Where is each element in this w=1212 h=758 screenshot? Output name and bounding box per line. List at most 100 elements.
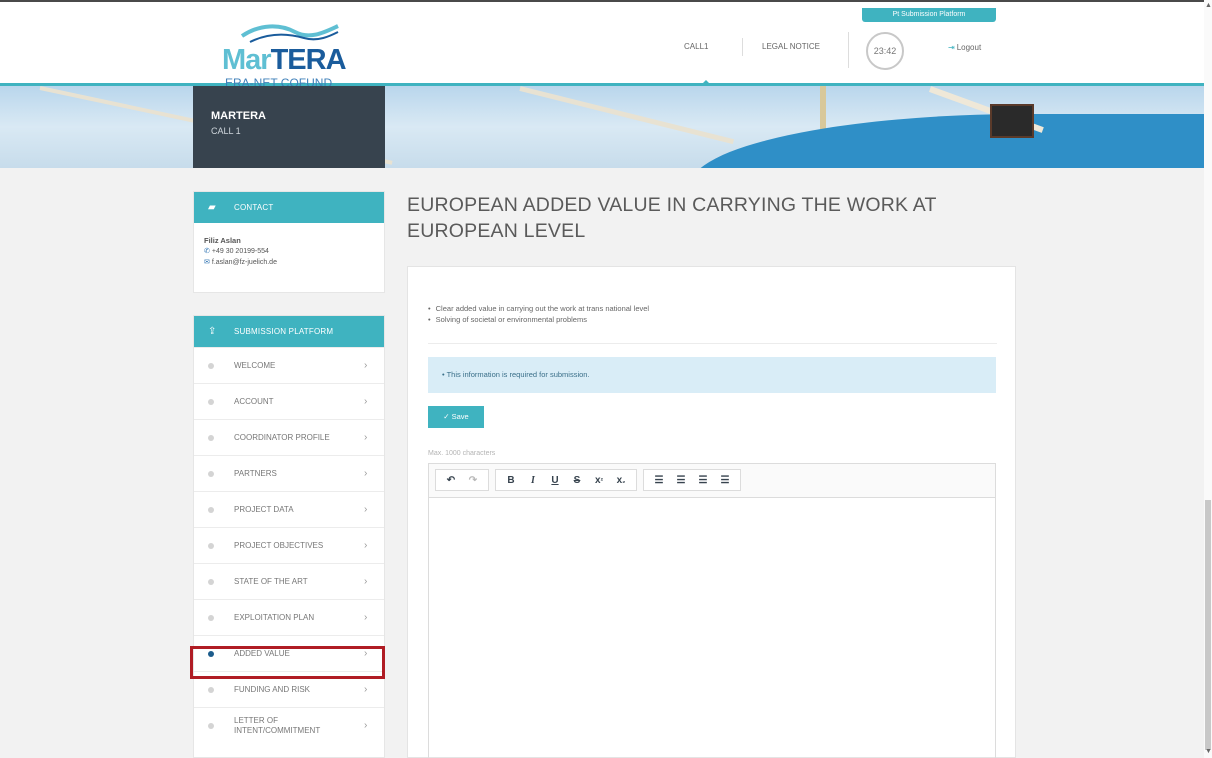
rope-decoration: [519, 86, 735, 145]
wave-logo-icon: [240, 24, 339, 43]
strikethrough-icon[interactable]: S: [566, 475, 588, 486]
scroll-down-arrow-icon[interactable]: ▼: [1205, 748, 1212, 755]
sidebar-item-label: PROJECT OBJECTIVES: [234, 540, 324, 550]
editor-toolbar: ↶ ↷ B I U S x² x₂ ☰ ☰ ☰ ☰: [429, 464, 995, 498]
logo-wordmark: MarTERA: [222, 44, 347, 76]
submission-header: ⇪ SUBMISSION PLATFORM: [194, 316, 384, 347]
scroll-up-arrow-icon[interactable]: ▲: [1205, 2, 1212, 9]
contact-card-icon: ▰: [208, 202, 216, 213]
status-dot-icon: [208, 434, 214, 441]
nav-call1[interactable]: CALL1: [684, 42, 708, 51]
sidebar-item-label: PARTNERS: [234, 468, 277, 478]
scrollbar-thumb[interactable]: [1205, 500, 1211, 750]
contact-phone: ✆ +49 30 20199-554: [204, 248, 269, 255]
italic-icon[interactable]: I: [522, 475, 544, 486]
rich-text-editor[interactable]: ↶ ↷ B I U S x² x₂ ☰ ☰ ☰ ☰: [428, 463, 996, 758]
undo-icon[interactable]: ↶: [440, 475, 462, 486]
ship-hatch-image: [990, 104, 1034, 138]
sidebar-item-account[interactable]: ACCOUNT ›: [194, 383, 384, 419]
character-limit-hint: Max. 1000 characters: [428, 450, 496, 457]
editor-text-area[interactable]: [429, 498, 995, 758]
chevron-right-icon: ›: [364, 468, 368, 479]
submission-menu: WELCOME › ACCOUNT › COORDINATOR PROFILE › PART…: [194, 347, 384, 743]
align-center-icon[interactable]: ☰: [670, 475, 692, 486]
chevron-right-icon: ›: [364, 504, 368, 515]
contact-header: ▰ CONTACT: [194, 192, 384, 223]
subscript-icon[interactable]: x₂: [610, 475, 632, 486]
chevron-right-icon: ›: [364, 612, 368, 623]
status-dot-icon: [208, 578, 214, 585]
sidebar-item-coordinator-profile[interactable]: COORDINATOR PROFILE ›: [194, 419, 384, 455]
align-group: ☰ ☰ ☰ ☰: [643, 469, 741, 491]
status-dot-icon: [208, 542, 214, 549]
sidebar-item-label: STATE OF THE ART: [234, 576, 308, 586]
sidebar-item-label: WELCOME: [234, 360, 276, 370]
platform-badge: Pt Submission Platform: [862, 8, 996, 22]
active-item-highlight: [190, 646, 385, 679]
sidebar-item-label: COORDINATOR PROFILE: [234, 432, 330, 442]
page-scrollbar[interactable]: ▲ ▼: [1204, 0, 1212, 758]
martera-logo[interactable]: MarTERA ERA-NET COFUND: [222, 22, 362, 90]
sidebar-item-project-data[interactable]: PROJECT DATA ›: [194, 491, 384, 527]
sidebar-item-label: LETTER OF INTENT/COMMITMENT: [234, 715, 321, 735]
nav-legal-notice[interactable]: LEGAL NOTICE: [762, 42, 820, 51]
sidebar-item-state-of-the-art[interactable]: STATE OF THE ART ›: [194, 563, 384, 599]
status-dot-icon: [208, 506, 214, 513]
chevron-right-icon: ›: [364, 396, 368, 407]
contact-panel: ▰ CONTACT Filiz Aslan ✆ +49 30 20199-554 ✉…: [193, 191, 385, 293]
sidebar-item-project-objectives[interactable]: PROJECT OBJECTIVES ›: [194, 527, 384, 563]
status-dot-icon: [208, 362, 214, 369]
logout-icon: ⇥: [948, 43, 955, 52]
superscript-icon[interactable]: x²: [588, 475, 610, 486]
chevron-right-icon: ›: [364, 576, 368, 587]
sidebar-item-label: EXPLOITATION PLAN: [234, 612, 315, 622]
contact-email[interactable]: ✉ f.aslan@fz-juelich.de: [204, 257, 374, 268]
banner-subtitle: CALL 1: [211, 126, 241, 136]
chevron-right-icon: ›: [364, 432, 368, 443]
upload-icon: ⇪: [208, 326, 217, 337]
status-dot-icon: [208, 722, 214, 729]
chevron-right-icon: ›: [364, 360, 368, 371]
sidebar-item-label: FUNDING AND RISK: [234, 684, 311, 694]
ship-hull-image: [690, 114, 1204, 168]
list-item: Clear added value in carrying out the wo…: [428, 303, 649, 314]
envelope-icon: ✉: [204, 259, 210, 266]
top-header: Pt Submission Platform MarTERA ERA-NET C…: [0, 0, 1212, 90]
list-item: Solving of societal or environmental pro…: [428, 314, 649, 325]
sidebar-item-partners[interactable]: PARTNERS ›: [194, 455, 384, 491]
chevron-right-icon: ›: [364, 684, 368, 695]
contact-body: Filiz Aslan ✆ +49 30 20199-554 ✉ f.aslan@f…: [194, 223, 384, 280]
format-group: B I U S x² x₂: [495, 469, 637, 491]
logout-link[interactable]: ⇥ Logout: [948, 43, 981, 52]
chevron-right-icon: ›: [364, 540, 368, 551]
sidebar-item-label: PROJECT DATA: [234, 504, 294, 514]
status-dot-icon: [208, 470, 214, 477]
sidebar-item-welcome[interactable]: WELCOME ›: [194, 347, 384, 383]
bold-icon[interactable]: B: [500, 475, 522, 486]
status-dot-icon: [208, 686, 214, 693]
save-button[interactable]: ✓ Save: [428, 406, 484, 428]
status-dot-icon: [208, 614, 214, 621]
align-right-icon[interactable]: ☰: [692, 475, 714, 486]
nav-divider: [742, 38, 743, 56]
call-info-panel: MARTERA CALL 1: [193, 86, 385, 168]
status-dot-icon: [208, 398, 214, 405]
page-title: EUROPEAN ADDED VALUE IN CARRYING THE WOR…: [407, 194, 937, 242]
content-card: Clear added value in carrying out the wo…: [407, 266, 1016, 758]
submission-nav-panel: ⇪ SUBMISSION PLATFORM WELCOME › ACCOUNT › COO…: [193, 315, 385, 758]
sidebar-item-exploitation-plan[interactable]: EXPLOITATION PLAN ›: [194, 599, 384, 635]
nav-divider: [848, 32, 849, 68]
underline-icon[interactable]: U: [544, 475, 566, 486]
info-alert: • This information is required for submi…: [428, 357, 996, 393]
history-group: ↶ ↷: [435, 469, 489, 491]
contact-name: Filiz Aslan: [204, 236, 241, 245]
requirements-list: Clear added value in carrying out the wo…: [428, 303, 649, 325]
align-justify-icon[interactable]: ☰: [714, 475, 736, 486]
chevron-right-icon: ›: [364, 720, 368, 731]
sidebar-item-label: ACCOUNT: [234, 396, 274, 406]
align-left-icon[interactable]: ☰: [648, 475, 670, 486]
redo-icon[interactable]: ↷: [462, 475, 484, 486]
session-timer: 23:42: [866, 32, 904, 70]
divider: [428, 343, 997, 344]
sidebar-item-letter-of-intent-commitment[interactable]: LETTER OF INTENT/COMMITMENT ›: [194, 707, 384, 743]
